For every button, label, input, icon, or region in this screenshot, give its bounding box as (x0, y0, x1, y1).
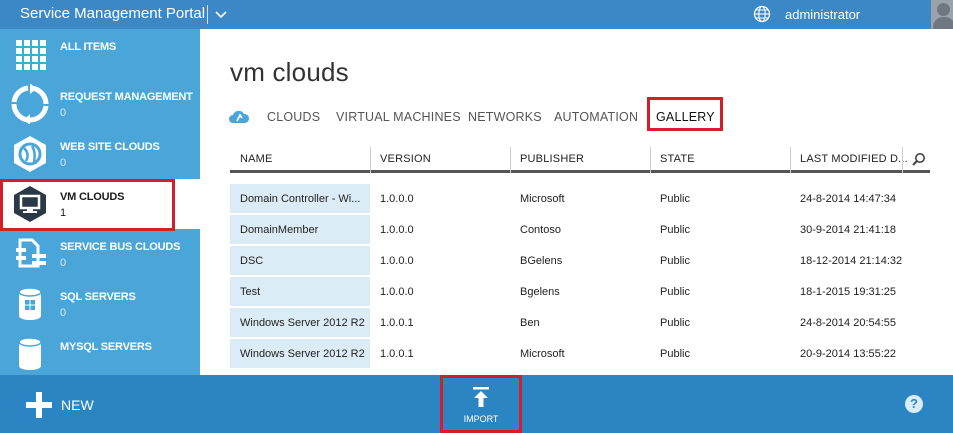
cell-state: Public (660, 348, 690, 360)
cell-modified: 20-9-2014 13:55:22 (800, 348, 897, 360)
sidebar-item-service-bus-clouds[interactable]: SERVICE BUS CLOUDS 0 (0, 229, 200, 279)
avatar-head (937, 3, 950, 16)
sidebar-item-mysql-servers[interactable]: MYSQL SERVERS (0, 329, 200, 375)
table-header: NAME VERSION PUBLISHER STATE LAST MODIFI… (230, 147, 930, 173)
cell-version: 1.0.0.0 (380, 193, 414, 205)
grid-icon (16, 40, 46, 70)
tab-networks[interactable]: NETWORKS (468, 110, 542, 124)
cell-name: Domain Controller - Wi... (240, 193, 361, 205)
cloud-icon (229, 110, 250, 123)
cell-version: 1.0.0.1 (380, 348, 414, 360)
cell-state: Public (660, 255, 690, 267)
cell-state: Public (660, 286, 690, 298)
new-button[interactable]: NEW (26, 392, 106, 418)
cell-name: DomainMember (240, 224, 319, 236)
cell-version: 1.0.0.0 (380, 255, 414, 267)
globe-hex-icon (14, 136, 46, 172)
service-bus-icon (16, 238, 46, 268)
cell-name: Windows Server 2012 R2 (240, 348, 365, 360)
cell-name: Test (240, 286, 261, 298)
cell-state: Public (660, 193, 690, 205)
cell-publisher: Microsoft (520, 193, 565, 205)
globe-icon[interactable] (753, 5, 771, 23)
column-header-last-modified[interactable]: LAST MODIFIED D... (800, 153, 908, 165)
main-content: vm clouds CLOUDS VIRTUAL MACHINES NETWOR… (200, 29, 953, 375)
column-divider (790, 147, 791, 173)
database-icon (18, 337, 42, 370)
sidebar-item-label: SERVICE BUS CLOUDS (60, 241, 181, 253)
sidebar-item-label: REQUEST MANAGEMENT (60, 91, 193, 103)
cell-version: 1.0.0.0 (380, 224, 414, 236)
column-header-name[interactable]: NAME (240, 153, 273, 165)
app-title[interactable]: Service Management Portal (20, 5, 205, 22)
divider (207, 5, 208, 24)
cell-version: 1.0.0.0 (380, 286, 414, 298)
import-button[interactable]: IMPORT (440, 375, 522, 433)
help-icon[interactable]: ? (905, 395, 923, 413)
cell-publisher: Microsoft (520, 348, 565, 360)
import-button-label: IMPORT (463, 414, 499, 424)
table-row[interactable]: Domain Controller - Wi... 1.0.0.0 Micros… (230, 184, 930, 215)
table-row[interactable]: Test 1.0.0.0 Bgelens Public 18-1-2015 19… (230, 277, 930, 308)
tab-automation[interactable]: AUTOMATION (554, 110, 638, 124)
tab-clouds[interactable]: CLOUDS (267, 110, 320, 124)
new-button-label: NEW (61, 397, 94, 413)
avatar[interactable] (931, 0, 953, 29)
sidebar-item-label: SQL SERVERS (60, 291, 136, 303)
top-bar: Service Management Portal administrator (0, 0, 953, 29)
sidebar-item-label: WEB SITE CLOUDS (60, 141, 160, 153)
cell-version: 1.0.0.1 (380, 317, 414, 329)
cell-state: Public (660, 224, 690, 236)
sidebar-item-request-management[interactable]: REQUEST MANAGEMENT 0 (0, 79, 200, 129)
column-divider (370, 147, 371, 173)
cell-state: Public (660, 317, 690, 329)
command-bar: NEW IMPORT ? (0, 375, 953, 433)
column-divider (650, 147, 651, 173)
column-divider (510, 147, 511, 173)
highlight-outline (0, 179, 175, 231)
table-row[interactable]: Windows Server 2012 R2 1.0.0.1 Microsoft… (230, 339, 930, 370)
column-header-version[interactable]: VERSION (380, 153, 431, 165)
sidebar-item-label: ALL ITEMS (60, 41, 117, 53)
database-windows-icon (18, 287, 42, 320)
chevron-down-icon[interactable] (213, 6, 229, 22)
cell-modified: 24-8-2014 14:47:34 (800, 193, 897, 205)
column-divider (902, 147, 903, 173)
cycle-arrows-icon (11, 84, 49, 124)
sidebar-item-vm-clouds[interactable]: VM CLOUDS 1 (0, 179, 200, 231)
cell-publisher: BGelens (520, 255, 563, 267)
upload-arrow-icon (473, 387, 489, 407)
tab-virtual-machines[interactable]: VIRTUAL MACHINES (336, 110, 461, 124)
sidebar-item-all-items[interactable]: ALL ITEMS (0, 29, 200, 79)
table-row[interactable]: Windows Server 2012 R2 1.0.0.1 Ben Publi… (230, 308, 930, 339)
sidebar-item-sql-servers[interactable]: SQL SERVERS 0 (0, 279, 200, 329)
sidebar-item-count: 0 (60, 107, 67, 119)
sidebar-item-count: 0 (60, 157, 67, 169)
cell-modified: 24-8-2014 20:54:55 (800, 317, 897, 329)
plus-icon (26, 392, 52, 418)
column-header-state[interactable]: STATE (660, 153, 695, 165)
column-header-publisher[interactable]: PUBLISHER (520, 153, 584, 165)
table-row[interactable]: DomainMember 1.0.0.0 Contoso Public 30-9… (230, 215, 930, 246)
cell-publisher: Ben (520, 317, 540, 329)
sidebar: ALL ITEMS REQUEST MANAGEMENT 0 WEB SITE … (0, 29, 200, 375)
table-row[interactable]: DSC 1.0.0.0 BGelens Public 18-12-2014 21… (230, 246, 930, 277)
user-name[interactable]: administrator (785, 7, 860, 22)
avatar-body (933, 17, 953, 29)
page-title: vm clouds (230, 57, 349, 87)
search-icon[interactable] (912, 152, 926, 166)
cell-name: DSC (240, 255, 264, 267)
highlight-outline (647, 97, 723, 131)
cell-publisher: Contoso (520, 224, 561, 236)
cell-modified: 18-1-2015 19:31:25 (800, 286, 897, 298)
cell-name: Windows Server 2012 R2 (240, 317, 365, 329)
cell-modified: 18-12-2014 21:14:32 (800, 255, 903, 267)
sidebar-item-web-site-clouds[interactable]: WEB SITE CLOUDS 0 (0, 129, 200, 179)
cell-publisher: Bgelens (520, 286, 560, 298)
sidebar-item-count: 0 (60, 307, 67, 319)
cell-modified: 30-9-2014 21:41:18 (800, 224, 897, 236)
sidebar-item-count: 0 (60, 257, 67, 269)
sidebar-item-label: MYSQL SERVERS (60, 341, 152, 353)
